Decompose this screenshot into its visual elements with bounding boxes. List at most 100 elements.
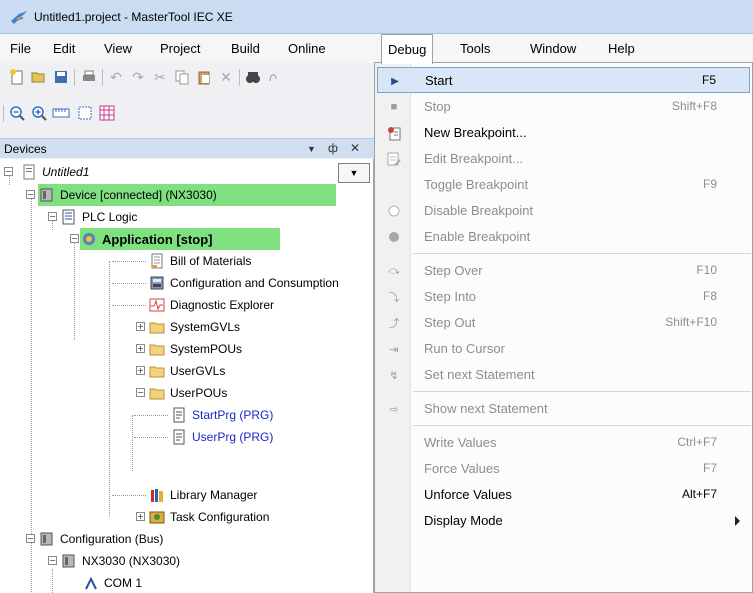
menu-project[interactable]: Project [160,41,200,56]
collapse-icon[interactable]: − [26,190,35,199]
expand-icon[interactable]: + [136,322,145,331]
menu-item-unforce-values[interactable]: Unforce Values Alt+F7 [377,482,750,508]
tree-node-start-prg[interactable]: StartPrg (PRG) [170,404,273,426]
menu-separator [413,425,751,426]
expand-icon[interactable]: + [136,344,145,353]
folder-open-icon [148,385,165,402]
menu-item-run-to-cursor[interactable]: ⇥ Run to Cursor [377,336,750,362]
folder-icon [148,363,165,380]
find-binoculars-icon[interactable] [244,68,262,86]
disable-breakpoint-icon [385,202,403,220]
toolbar-separator [74,69,75,86]
collapse-icon[interactable]: − [136,388,145,397]
menu-online[interactable]: Online [288,41,326,56]
collapse-icon[interactable]: − [26,534,35,543]
close-icon[interactable]: ✕ [350,141,360,155]
tree-node-plc-logic[interactable]: PLC Logic [60,206,137,228]
grid-icon[interactable] [98,104,116,122]
tree-node-system-pous[interactable]: SystemPOUs [148,338,242,360]
save-icon[interactable] [52,68,70,86]
expand-icon[interactable]: + [136,512,145,521]
tree-node-application[interactable]: Application [stop] [80,228,280,250]
tree-node-configuration-consumption[interactable]: Configuration and Consumption [148,272,339,294]
panel-menu-chevron-down-icon[interactable]: ▼ [307,144,316,154]
undo-icon[interactable]: ↶ [107,68,125,86]
menu-item-new-breakpoint[interactable]: New Breakpoint... [377,120,750,146]
tree-node-user-pous[interactable]: UserPOUs [148,382,227,404]
step-into-icon: ⤵ [388,292,400,304]
copy-icon[interactable] [173,68,191,86]
library-books-icon [148,487,165,504]
delete-icon[interactable]: ✕ [217,68,235,86]
menu-item-force-values[interactable]: Force Values F7 [377,456,750,482]
print-icon[interactable] [80,68,98,86]
menu-item-display-mode[interactable]: Display Mode [377,508,750,534]
device-icon [60,553,77,570]
task-config-icon [148,509,165,526]
window-title: Untitled1.project - MasterTool IEC XE [34,10,233,24]
new-breakpoint-icon [385,124,403,142]
redo-icon[interactable]: ↷ [129,68,147,86]
menu-file[interactable]: File [10,41,31,56]
zoom-out-icon[interactable] [8,104,26,122]
collapse-icon[interactable]: − [48,556,57,565]
menu-separator [413,391,751,392]
menu-item-step-into[interactable]: ⤵ Step Into F8 [377,284,750,310]
application-gear-icon [80,231,97,248]
open-folder-icon[interactable] [30,68,48,86]
step-over-icon: ⤼ [388,264,400,277]
menu-item-set-next-statement[interactable]: ↯ Set next Statement [377,362,750,388]
menu-window[interactable]: Window [530,41,576,56]
tree-node-system-gvls[interactable]: SystemGVLs [148,316,240,338]
tree-node-task-configuration[interactable]: Task Configuration [148,506,269,528]
tree-node-nx3030[interactable]: NX3030 (NX3030) [60,550,180,572]
device-icon [38,531,55,548]
fit-to-window-icon[interactable] [76,104,94,122]
tree-node-configuration-bus[interactable]: Configuration (Bus) [38,528,163,550]
ruler-icon[interactable] [52,104,70,122]
menu-item-enable-breakpoint[interactable]: Enable Breakpoint [377,224,750,250]
menu-debug[interactable]: Debug [381,34,434,64]
zoom-in-icon[interactable] [30,104,48,122]
program-icon [170,407,187,424]
menu-item-step-over[interactable]: ⤼ Step Over F10 [377,258,750,284]
menu-edit[interactable]: Edit [53,41,75,56]
cut-icon[interactable]: ✂ [151,68,169,86]
tree-filter-dropdown[interactable]: ▼ [338,163,370,183]
menu-view[interactable]: View [104,41,132,56]
show-next-statement-icon: ⇨ [389,403,399,416]
expand-icon[interactable]: + [136,366,145,375]
menu-item-stop[interactable]: ■ Stop Shift+F8 [377,94,750,120]
pin-icon[interactable]: ф [328,141,338,155]
chevron-down-icon: ▼ [349,168,359,178]
tree-node-project[interactable]: − Untitled1 [0,161,336,183]
stop-icon: ■ [390,101,398,113]
title-bar: Untitled1.project - MasterTool IEC XE [0,0,753,34]
tree-node-user-gvls[interactable]: UserGVLs [148,360,225,382]
tree-node-diagnostic-explorer[interactable]: Diagnostic Explorer [148,294,274,316]
com-port-icon [82,575,99,592]
menu-item-edit-breakpoint[interactable]: Edit Breakpoint... [377,146,750,172]
paste-icon[interactable] [195,68,213,86]
menu-build[interactable]: Build [231,41,260,56]
tree-node-device[interactable]: Device [connected] (NX3030) [38,184,336,206]
menu-item-step-out[interactable]: ⤴ Step Out Shift+F10 [377,310,750,336]
tree-node-library-manager[interactable]: Library Manager [148,484,257,506]
menu-item-show-next-statement[interactable]: ⇨ Show next Statement [377,396,750,422]
collapse-icon[interactable]: − [48,212,57,221]
new-project-icon[interactable] [8,68,26,86]
tree-node-com1[interactable]: COM 1 [82,572,142,593]
menu-item-write-values[interactable]: Write Values Ctrl+F7 [377,430,750,456]
menu-item-toggle-breakpoint[interactable]: Toggle Breakpoint F9 [377,172,750,198]
tree-node-user-prg[interactable]: UserPrg (PRG) [170,426,273,448]
menu-item-start[interactable]: ▶ Start F5 [377,67,750,93]
menu-help[interactable]: Help [608,41,635,56]
menu-tools[interactable]: Tools [460,41,490,56]
tree-node-bill-of-materials[interactable]: Bill of Materials [148,250,251,272]
devices-tree: − Untitled1 ▼ Device [connected] (NX3030… [0,159,374,593]
collapse-icon[interactable]: − [70,234,79,243]
menu-item-disable-breakpoint[interactable]: Disable Breakpoint [377,198,750,224]
collapse-icon[interactable]: − [4,167,13,176]
replace-icon[interactable] [264,68,282,86]
calculator-icon [148,275,165,292]
